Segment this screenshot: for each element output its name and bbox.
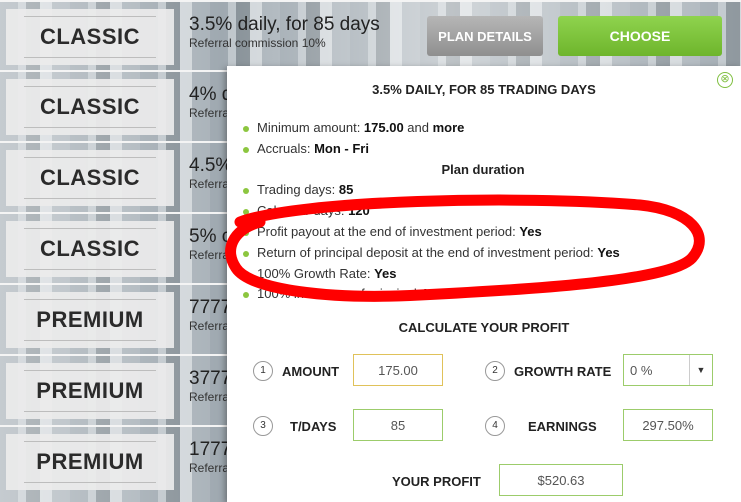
tdays-label: T/DAYS (290, 419, 337, 434)
chevron-down-icon[interactable]: ▼ (689, 355, 712, 385)
info-label: and (403, 120, 433, 135)
info-label: Profit payout at the end of investment p… (257, 223, 520, 239)
choose-button[interactable]: CHOOSE (558, 16, 722, 56)
info-label: 100% Growth Rate: (257, 265, 375, 281)
info-value: 120 (348, 203, 370, 219)
list-item: Trading days: 85 (243, 180, 723, 201)
popup-title: 3.5% DAILY, FOR 85 TRADING DAYS (372, 82, 596, 97)
plan-name: PREMIUM (6, 292, 174, 348)
plan-headline: 1777 (189, 439, 232, 460)
plan-referral: Referra (189, 461, 230, 475)
plan-details-popup: ⊗ 3.5% DAILY, FOR 85 TRADING DAYS Minimu… (227, 66, 741, 502)
plan-row: CLASSIC 3.5% daily, for 85 days Referral… (0, 0, 741, 66)
info-label: Accruals: (257, 140, 315, 156)
tdays-input[interactable]: 85 (353, 409, 443, 441)
plan-headline: 4% d (189, 84, 233, 105)
plan-headline: 3.5% daily, for 85 days (189, 14, 380, 35)
plan-name: CLASSIC (6, 9, 174, 65)
step-number: 3 (253, 416, 273, 436)
list-item: Calendar days: 120 (243, 201, 723, 222)
info-value: Yes (423, 286, 447, 302)
your-profit-output: $520.63 (499, 464, 623, 496)
info-label: Return of principal deposit at the end o… (257, 244, 598, 260)
info-value: Yes (374, 265, 397, 281)
info-value: Yes (519, 223, 542, 239)
info-label: Trading days: (257, 182, 339, 198)
growth-rate-select[interactable]: 0 % ▼ (623, 354, 713, 386)
plan-headline: 7777 (189, 297, 232, 318)
your-profit-label: YOUR PROFIT (392, 474, 481, 489)
plan-name: PREMIUM (6, 363, 174, 419)
plan-details-button[interactable]: PLAN DETAILS (427, 16, 543, 56)
amount-input[interactable]: 175.00 (353, 354, 443, 386)
plan-referral: Referra (189, 248, 230, 262)
info-value: 175.00 (363, 120, 404, 135)
plan-referral: Referra (189, 106, 230, 120)
info-value: Mon - Fri (314, 140, 369, 156)
list-item: 100% Growth Rate: Yes (243, 264, 723, 285)
earnings-label: EARNINGS (528, 419, 597, 434)
list-item: Profit payout at the end of investment p… (243, 222, 723, 243)
plan-referral: Referra (189, 319, 230, 333)
plan-headline: 5% c (189, 226, 232, 247)
info-value: more (432, 120, 465, 135)
info-label: 100% insurance of principal: (257, 286, 424, 302)
step-number: 2 (485, 361, 505, 381)
list-item: Minimum amount: 175.00 and more (243, 118, 723, 139)
step-number: 1 (253, 361, 273, 381)
step-number: 4 (485, 416, 505, 436)
info-label: Calendar days: (257, 203, 349, 219)
plan-info-list: Minimum amount: 175.00 and more Accruals… (243, 118, 723, 305)
plan-name: CLASSIC (6, 150, 174, 206)
plan-headline: 4.5% (189, 155, 233, 176)
plan-name: CLASSIC (6, 221, 174, 277)
info-label: Minimum amount: (257, 120, 364, 135)
plan-referral: Referral commission 10% (189, 36, 326, 50)
growth-rate-value: 0 % (630, 362, 653, 378)
calculator-title: CALCULATE YOUR PROFIT (398, 320, 570, 335)
info-value: 85 (338, 182, 354, 198)
plan-name: CLASSIC (6, 79, 174, 135)
plan-duration-heading: Plan duration (441, 161, 525, 177)
info-value: Yes (597, 244, 620, 260)
plan-referral: Referra (189, 390, 230, 404)
earnings-output: 297.50% (623, 409, 713, 441)
plan-name: PREMIUM (6, 434, 174, 490)
plan-referral: Referra (189, 177, 230, 191)
list-item: Accruals: Mon - Fri (243, 139, 723, 160)
plan-headline: 3777 (189, 368, 232, 389)
amount-label: AMOUNT (282, 364, 340, 379)
list-item: Return of principal deposit at the end o… (243, 243, 723, 264)
growth-rate-label: GROWTH RATE (514, 364, 612, 379)
list-item: 100% insurance of principal: Yes (243, 284, 723, 305)
